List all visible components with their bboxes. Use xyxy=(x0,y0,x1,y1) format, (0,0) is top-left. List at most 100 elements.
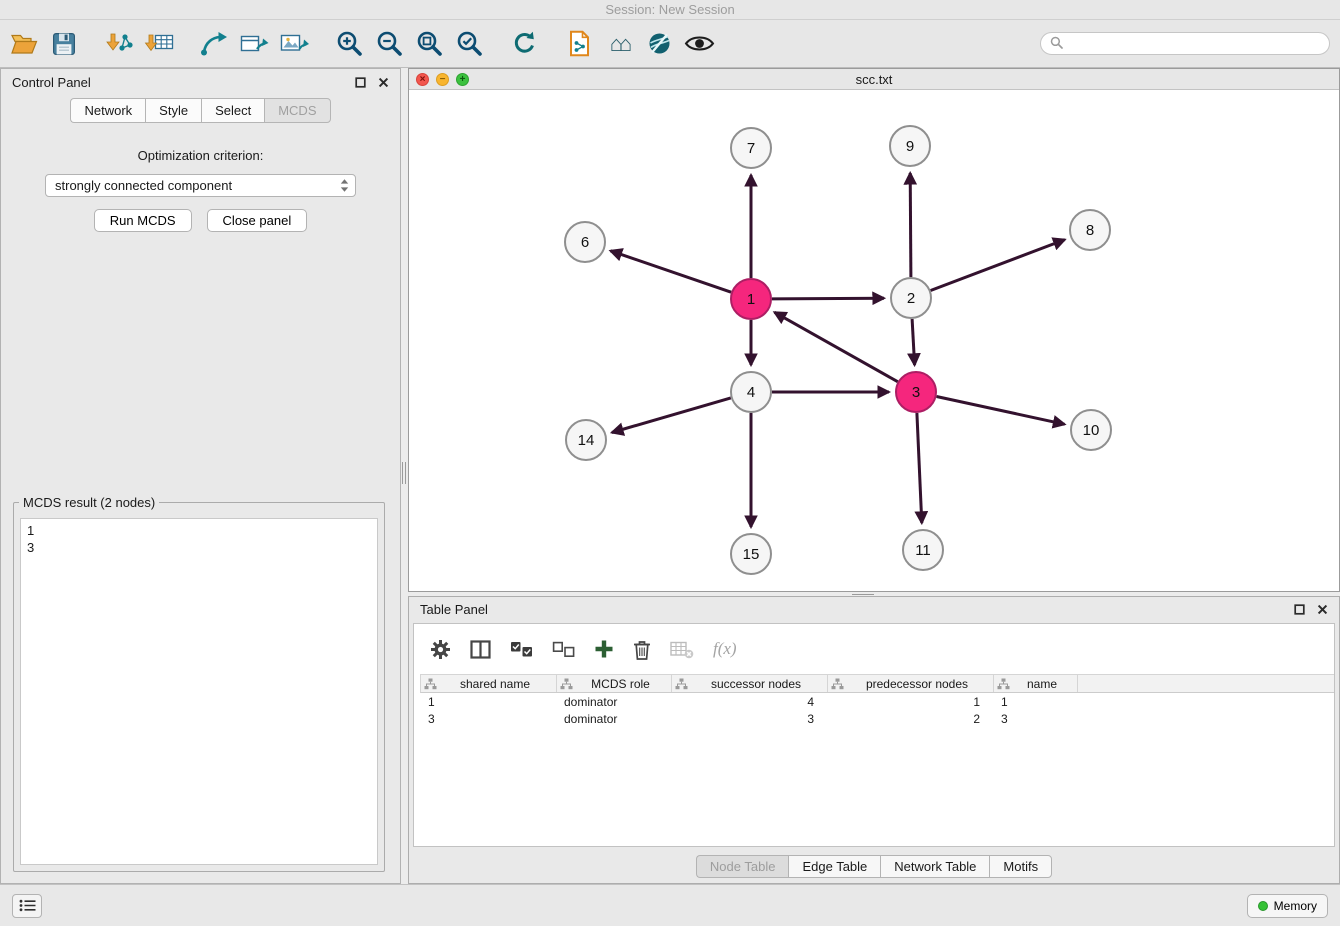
cell-successor_nodes[interactable]: 3 xyxy=(671,712,827,726)
memory-label: Memory xyxy=(1274,899,1317,913)
cell-name[interactable]: 3 xyxy=(993,712,1077,726)
edge-2-to-9[interactable] xyxy=(910,173,911,277)
table-row[interactable]: 3dominator323 xyxy=(420,710,1334,727)
column-header-successor_nodes[interactable]: successor nodes xyxy=(672,675,828,692)
column-header-name[interactable]: name xyxy=(994,675,1078,692)
delete-column-icon[interactable] xyxy=(633,639,651,660)
close-panel-icon[interactable] xyxy=(378,77,389,88)
tab-style[interactable]: Style xyxy=(145,98,201,123)
memory-button[interactable]: Memory xyxy=(1247,894,1328,918)
table-settings-icon[interactable] xyxy=(430,639,451,660)
float-panel-icon[interactable] xyxy=(355,77,366,88)
node-15[interactable]: 15 xyxy=(731,534,771,574)
search-input[interactable] xyxy=(1068,37,1320,51)
optimization-criterion-label: Optimization criterion: xyxy=(1,148,400,163)
new-network-icon[interactable] xyxy=(194,24,234,64)
cell-mcds_role[interactable]: dominator xyxy=(556,712,671,726)
tab-node-table[interactable]: Node Table xyxy=(696,855,789,878)
node-14[interactable]: 14 xyxy=(566,420,606,460)
show-hide-icon[interactable] xyxy=(679,24,719,64)
close-table-panel-icon[interactable] xyxy=(1317,604,1328,615)
import-network-from-file-icon[interactable] xyxy=(99,24,139,64)
import-table-from-file-icon[interactable] xyxy=(139,24,179,64)
column-header-label: shared name xyxy=(437,677,553,691)
node-7[interactable]: 7 xyxy=(731,128,771,168)
select-all-rows-icon[interactable] xyxy=(510,641,533,658)
home-network-icon[interactable]: ⌂⌂ xyxy=(599,24,639,64)
node-4[interactable]: 4 xyxy=(731,372,771,412)
import-document-icon[interactable] xyxy=(559,24,599,64)
node-11[interactable]: 11 xyxy=(903,530,943,570)
network-canvas[interactable]: 7 9 6 8 1 2 4 3 14 10 15 11 xyxy=(409,90,1339,591)
network-window-minimize-button[interactable]: − xyxy=(436,73,449,86)
column-header-shared_name[interactable]: shared name xyxy=(421,675,557,692)
horizontal-splitter-handle[interactable] xyxy=(852,591,874,595)
network-window-titlebar: × − + scc.txt xyxy=(409,69,1339,90)
edge-4-to-14[interactable] xyxy=(612,398,731,433)
tab-network-table[interactable]: Network Table xyxy=(880,855,989,878)
edge-2-to-3[interactable] xyxy=(912,319,915,365)
deselect-all-rows-icon[interactable] xyxy=(552,641,575,658)
style-sphere-icon[interactable] xyxy=(639,24,679,64)
node-label: 15 xyxy=(743,546,760,563)
run-mcds-button[interactable]: Run MCDS xyxy=(94,209,192,232)
node-label: 7 xyxy=(747,140,755,157)
edge-3-to-10[interactable] xyxy=(937,397,1065,425)
network-window-zoom-button[interactable]: + xyxy=(456,73,469,86)
search-box[interactable] xyxy=(1040,32,1330,55)
edge-3-to-11[interactable] xyxy=(917,413,922,523)
zoom-fit-icon[interactable] xyxy=(409,24,449,64)
tab-motifs[interactable]: Motifs xyxy=(989,855,1052,878)
status-list-button[interactable] xyxy=(12,894,42,918)
export-image-icon[interactable] xyxy=(274,24,314,64)
network-window-close-button[interactable]: × xyxy=(416,73,429,86)
cell-successor_nodes[interactable]: 4 xyxy=(671,695,827,709)
column-header-mcds_role[interactable]: MCDS role xyxy=(557,675,672,692)
close-panel-button[interactable]: Close panel xyxy=(207,209,308,232)
zoom-in-icon[interactable] xyxy=(329,24,369,64)
node-2[interactable]: 2 xyxy=(891,278,931,318)
column-header-predecessor_nodes[interactable]: predecessor nodes xyxy=(828,675,994,692)
node-10[interactable]: 10 xyxy=(1071,410,1111,450)
node-label: 10 xyxy=(1083,422,1100,439)
show-column-icon[interactable] xyxy=(470,640,491,659)
column-header-label: predecessor nodes xyxy=(844,677,990,691)
tab-select[interactable]: Select xyxy=(201,98,264,123)
edge-3-to-1[interactable] xyxy=(775,312,898,381)
cell-mcds_role[interactable]: dominator xyxy=(556,695,671,709)
cell-shared_name[interactable]: 3 xyxy=(420,712,556,726)
edge-2-to-8[interactable] xyxy=(931,240,1065,291)
apply-layout-icon[interactable] xyxy=(504,24,544,64)
mcds-result-list[interactable]: 13 xyxy=(20,518,378,865)
window-titlebar: Session: New Session xyxy=(0,0,1340,20)
column-header-label: MCDS role xyxy=(573,677,668,691)
cell-shared_name[interactable]: 1 xyxy=(420,695,556,709)
node-label: 8 xyxy=(1086,222,1094,239)
add-column-icon[interactable] xyxy=(594,639,614,659)
tab-edge-table[interactable]: Edge Table xyxy=(788,855,880,878)
open-session-icon[interactable] xyxy=(4,24,44,64)
vertical-splitter-handle[interactable] xyxy=(402,462,406,484)
function-builder-icon: f(x) xyxy=(713,639,737,659)
cell-predecessor_nodes[interactable]: 2 xyxy=(827,712,993,726)
status-bar: Memory xyxy=(0,884,1340,926)
add-network-view-icon[interactable] xyxy=(234,24,274,64)
node-label: 4 xyxy=(747,384,755,401)
cell-predecessor_nodes[interactable]: 1 xyxy=(827,695,993,709)
tab-network[interactable]: Network xyxy=(70,98,145,123)
edge-1-to-2[interactable] xyxy=(772,298,884,299)
node-6[interactable]: 6 xyxy=(565,222,605,262)
node-3[interactable]: 3 xyxy=(896,372,936,412)
optimization-criterion-select[interactable]: strongly connected component xyxy=(45,174,356,197)
node-9[interactable]: 9 xyxy=(890,126,930,166)
table-row[interactable]: 1dominator411 xyxy=(420,693,1334,710)
tab-mcds[interactable]: MCDS xyxy=(264,98,330,123)
zoom-out-icon[interactable] xyxy=(369,24,409,64)
zoom-selected-icon[interactable] xyxy=(449,24,489,64)
float-table-panel-icon[interactable] xyxy=(1294,604,1305,615)
save-session-icon[interactable] xyxy=(44,24,84,64)
cell-name[interactable]: 1 xyxy=(993,695,1077,709)
node-8[interactable]: 8 xyxy=(1070,210,1110,250)
node-1[interactable]: 1 xyxy=(731,279,771,319)
edge-1-to-6[interactable] xyxy=(611,251,732,292)
